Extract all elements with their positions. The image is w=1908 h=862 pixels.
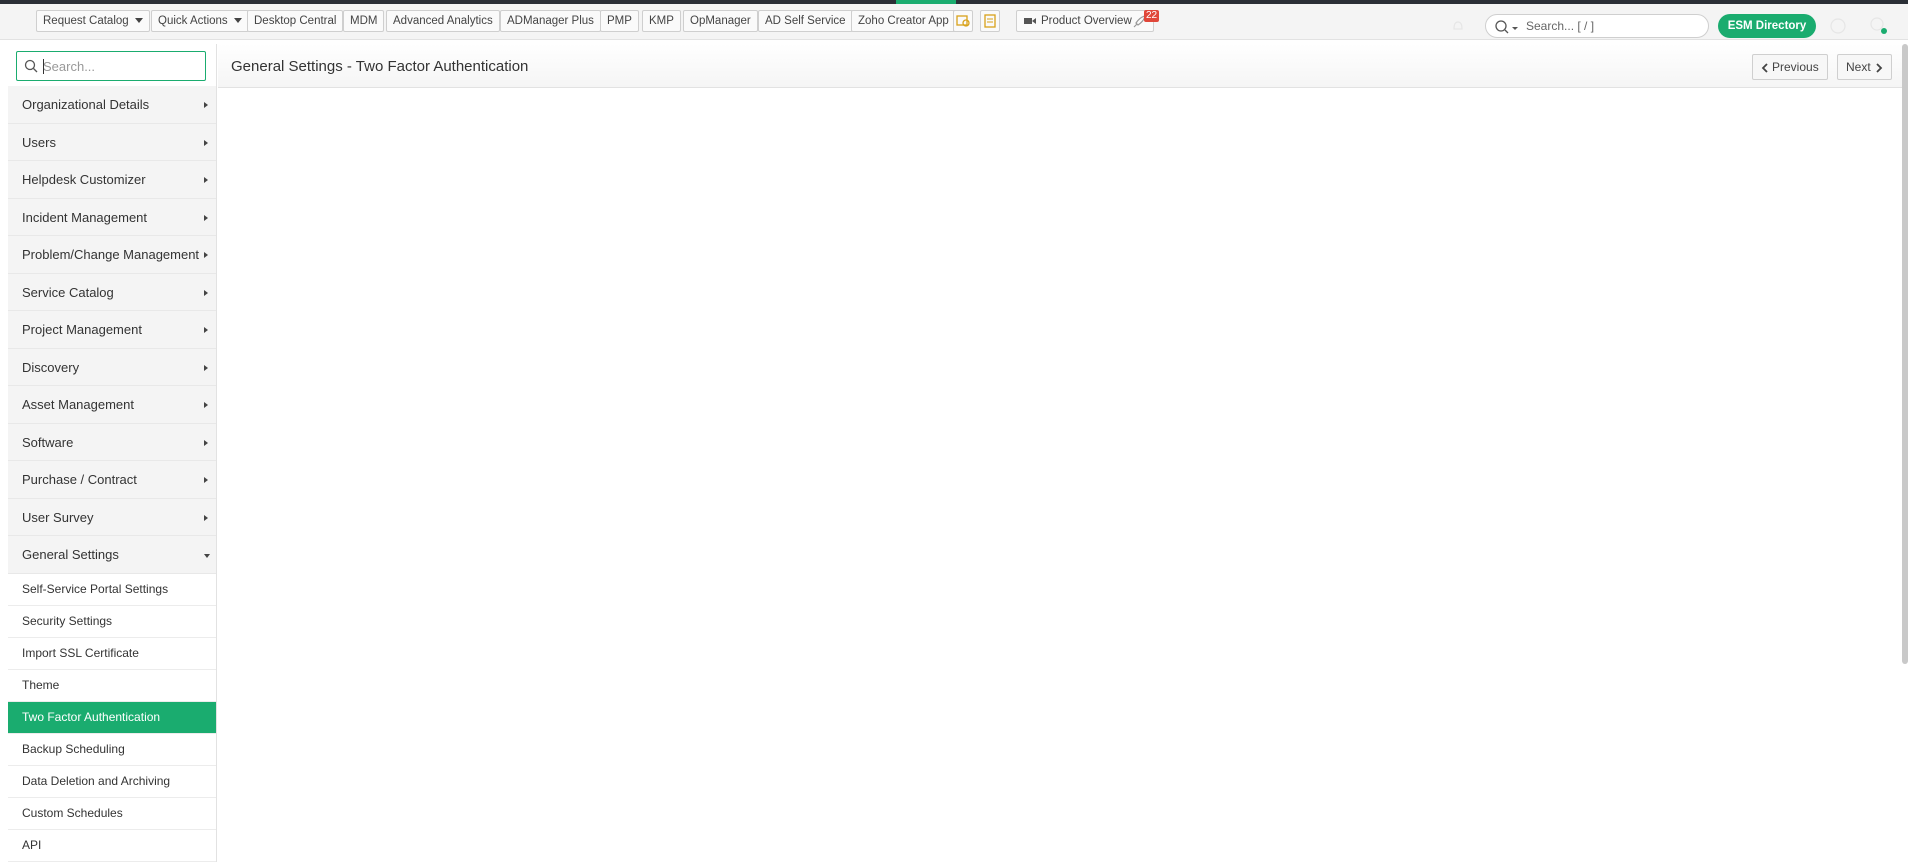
chevron-right-icon [204,402,208,408]
settings-sidebar: Search... Organizational Details Users H… [8,44,217,862]
sidebar-item-label: Problem/Change Management [22,247,200,262]
request-catalog-label: Request Catalog [43,15,129,27]
page-scrollbar[interactable] [1902,44,1908,664]
sidebar-item-project-management[interactable]: Project Management [8,311,216,349]
chevron-right-icon [204,289,208,296]
clipboard-icon[interactable] [980,10,1000,32]
quick-actions-button[interactable]: Quick Actions [151,10,249,32]
mdm-button[interactable]: MDM [343,10,385,32]
sidebar-item-label: Incident Management [22,209,148,225]
subitem-api[interactable]: API [8,829,216,862]
sidebar-item-label: General Settings [22,547,119,562]
sidebar-item-purchase-contract-management[interactable]: Purchase / Contract Management [8,461,216,524]
chevron-down-icon [134,18,143,24]
subitem-theme[interactable]: Theme [8,669,216,702]
chevron-right-icon [204,252,208,258]
sidebar-item-incident-management[interactable]: Incident Management [8,198,216,236]
sidebar-item-label: Helpdesk Customizer [22,172,146,187]
previous-label: Previous [1772,60,1819,74]
chevron-right-icon [204,439,208,446]
desktop-central-button[interactable]: Desktop Central [247,10,344,32]
ad-self-service-button[interactable]: AD Self Service [758,10,853,32]
sidebar-item-label: User Survey [22,509,94,525]
subitem-data-deletion-and-archiving[interactable]: Data Deletion and Archiving [8,765,216,798]
sidebar-item-label: Service Catalog [22,284,114,300]
top-toolbar: Request Catalog Quick Actions Desktop Ce… [0,4,1908,40]
chevron-down-icon [204,554,210,558]
sidebar-item-label: Project Management [22,322,142,337]
help-icon[interactable] [1829,17,1847,35]
global-search-placeholder: Search... [ / ] [1526,19,1595,33]
sidebar-item-general-settings[interactable]: General Settings [8,536,216,574]
chevron-left-icon [1761,63,1768,73]
kmp-button[interactable]: KMP [642,10,681,32]
sidebar-item-label: Discovery [22,359,80,375]
user-avatar-icon[interactable] [1868,16,1890,36]
sidebar-item-helpdesk-customizer[interactable]: Helpdesk Customizer [8,161,216,199]
sidebar-item-user-survey[interactable]: User Survey [8,498,216,536]
subitem-backup-scheduling[interactable]: Backup Scheduling [8,733,216,766]
sidebar-search-input[interactable]: Search... [16,51,206,81]
text-cursor [43,59,44,74]
global-search-input[interactable]: Search... [ / ] [1485,14,1709,38]
sidebar-item-software[interactable]: Software [8,423,216,461]
subitem-import-ssl-certificate[interactable]: Import SSL Certificate [8,637,216,670]
chevron-right-icon [204,514,208,521]
page-title: General Settings - Two Factor Authentica… [231,58,529,75]
sidebar-item-label: Organizational Details [22,97,150,112]
pmp-button[interactable]: PMP [600,10,639,32]
sidebar-item-organizational-details[interactable]: Organizational Details [8,86,216,124]
sidebar-item-asset-management[interactable]: Asset Management [8,386,216,424]
zoho-creator-app-button[interactable]: Zoho Creator App [851,10,956,32]
bell-icon[interactable] [1450,18,1466,34]
chevron-right-icon [204,177,208,183]
subitem-self-service-portal-settings[interactable]: Self-Service Portal Settings [8,573,216,606]
chevron-right-icon [204,327,208,333]
subitem-custom-schedules[interactable]: Custom Schedules [8,797,216,830]
chevron-right-icon [204,102,208,108]
admanager-plus-button[interactable]: ADManager Plus [500,10,601,32]
chevron-right-icon [1876,63,1882,73]
sidebar-item-problem-change-management[interactable]: Problem/Change Management [8,236,216,274]
search-icon [24,59,38,73]
sidebar-search-placeholder: Search... [43,59,96,74]
notification-count-badge: 22 [1144,10,1160,22]
product-overview-button[interactable]: Product Overview [1016,10,1154,32]
advanced-analytics-button[interactable]: Advanced Analytics [386,10,500,32]
subitem-security-settings[interactable]: Security Settings [8,605,216,638]
content-header: General Settings - Two Factor Authentica… [218,44,1908,88]
chevron-right-icon [204,214,208,221]
previous-button[interactable]: Previous [1752,54,1828,80]
search-icon [1495,20,1518,34]
settings-menu: Organizational Details Users Helpdesk Cu… [8,86,216,862]
chevron-right-icon [204,364,208,371]
esm-directory-button[interactable]: ESM Directory [1718,14,1816,38]
subitem-two-factor-authentication[interactable]: Two Factor Authentication [8,701,216,734]
next-label: Next [1846,60,1871,74]
announcement-icon[interactable] [953,10,973,32]
sidebar-item-users[interactable]: Users [8,123,216,161]
chevron-down-icon [233,18,242,24]
chevron-right-icon [204,139,208,146]
sidebar-item-discovery[interactable]: Discovery [8,348,216,386]
video-camera-icon [1024,17,1036,24]
sidebar-item-label: Users [22,134,56,150]
sidebar-item-label: Software [22,434,74,450]
request-catalog-button[interactable]: Request Catalog [36,10,150,32]
opmanager-button[interactable]: OpManager [683,10,758,32]
chevron-right-icon [204,477,208,483]
next-button[interactable]: Next [1837,54,1892,80]
quick-actions-label: Quick Actions [158,15,228,27]
product-overview-label: Product Overview [1041,15,1132,27]
sidebar-item-service-catalog[interactable]: Service Catalog [8,273,216,311]
sidebar-item-label: Asset Management [22,397,135,412]
